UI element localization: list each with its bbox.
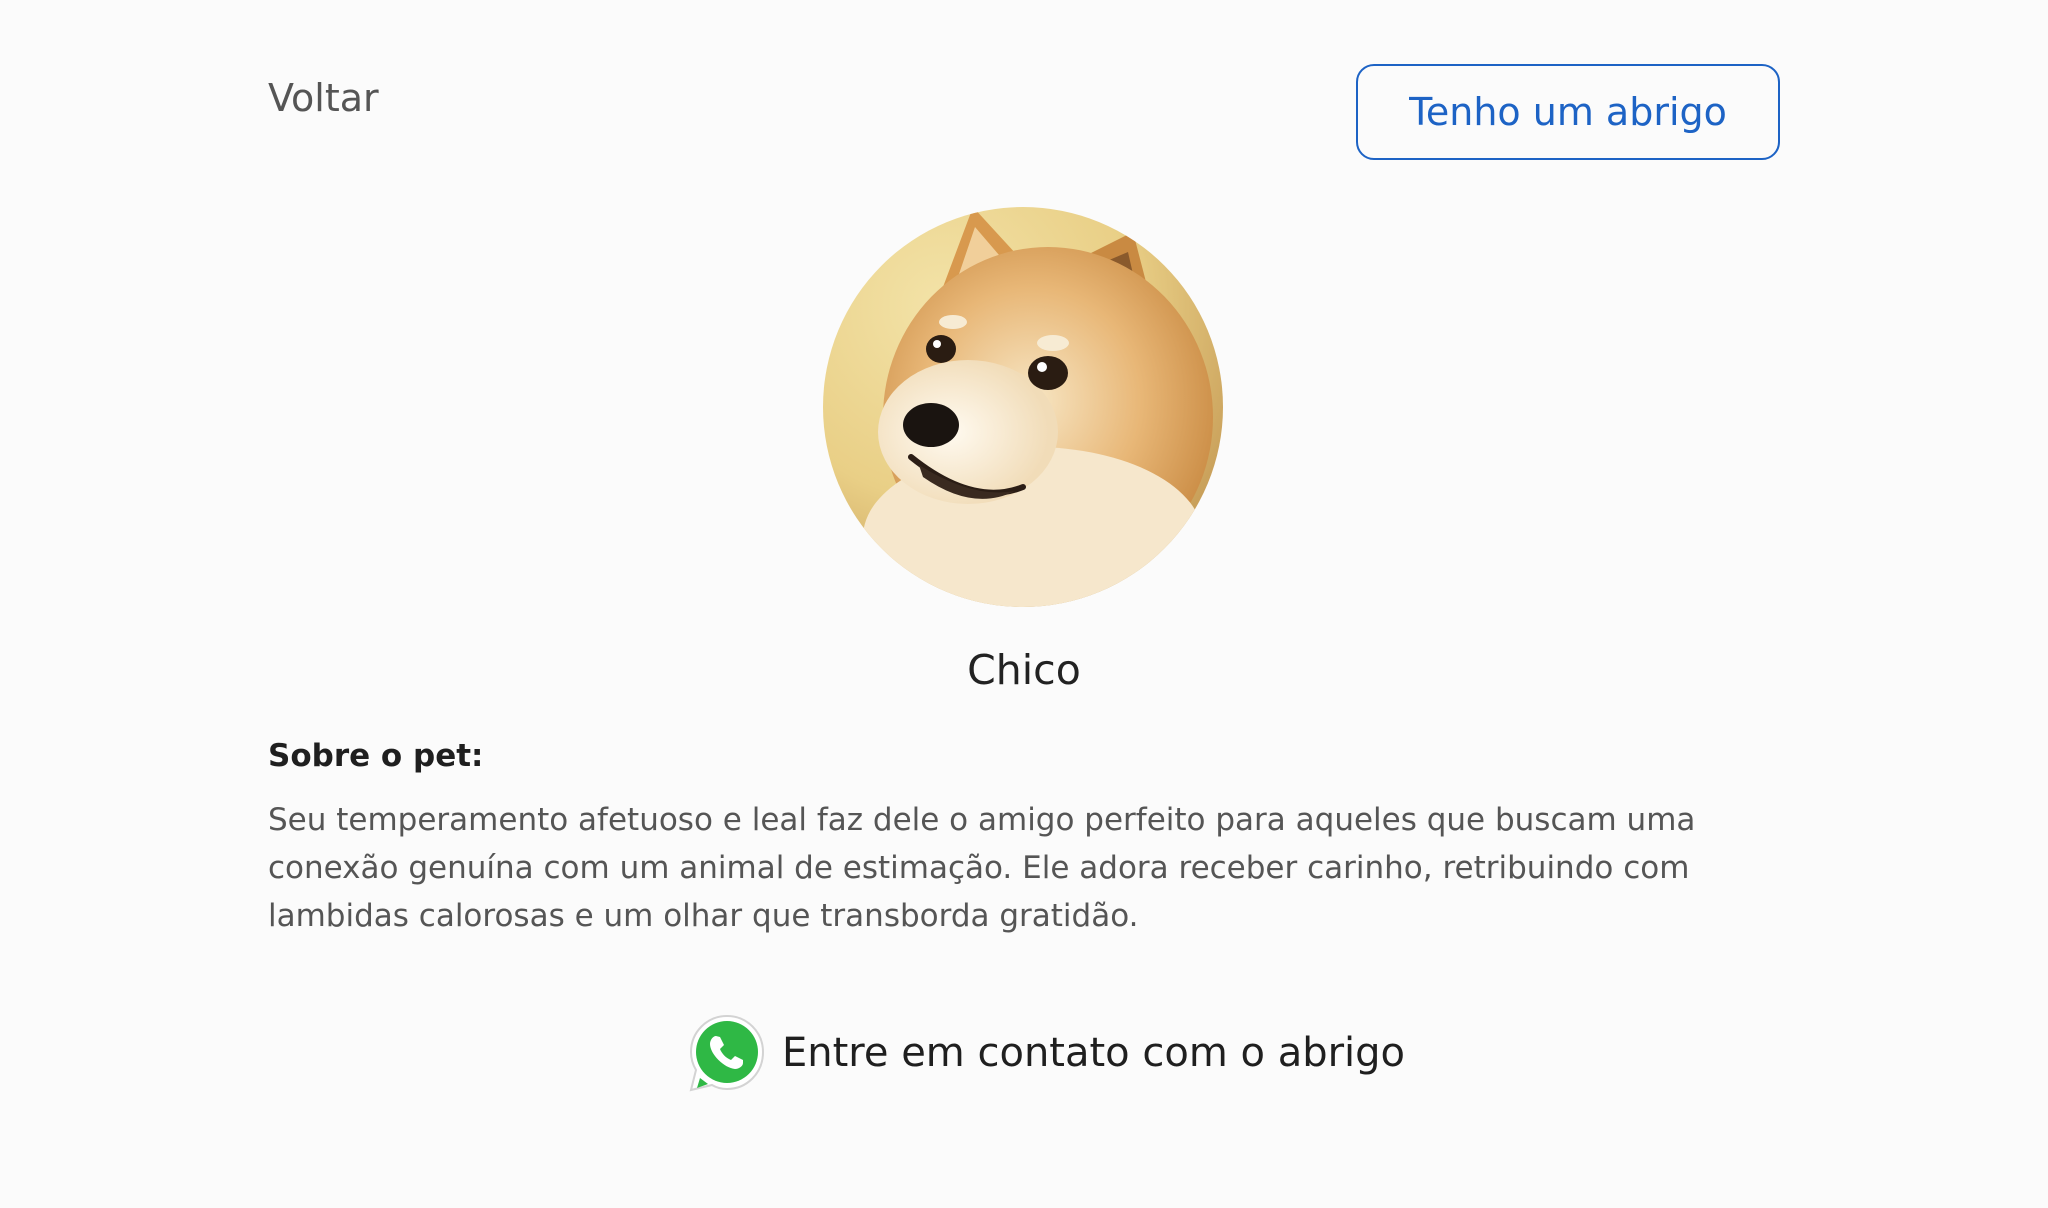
pet-name: Chico [967, 646, 1081, 694]
contact-shelter-link[interactable]: Entre em contato com o abrigo [686, 1012, 1405, 1094]
back-link[interactable]: Voltar [268, 74, 379, 122]
about-title: Sobre o pet: [268, 738, 484, 774]
pet-photo [823, 207, 1223, 607]
pet-details-page: Voltar Tenho um abrigo Chico Sobre o pet… [0, 0, 2048, 1208]
contact-label: Entre em contato com o abrigo [782, 1030, 1406, 1076]
about-text: Seu temperamento afetuoso e leal faz del… [268, 802, 1696, 934]
shelter-button[interactable]: Tenho um abrigo [1356, 64, 1780, 160]
shiba-dog-image [823, 207, 1223, 607]
whatsapp-icon [689, 1014, 765, 1092]
